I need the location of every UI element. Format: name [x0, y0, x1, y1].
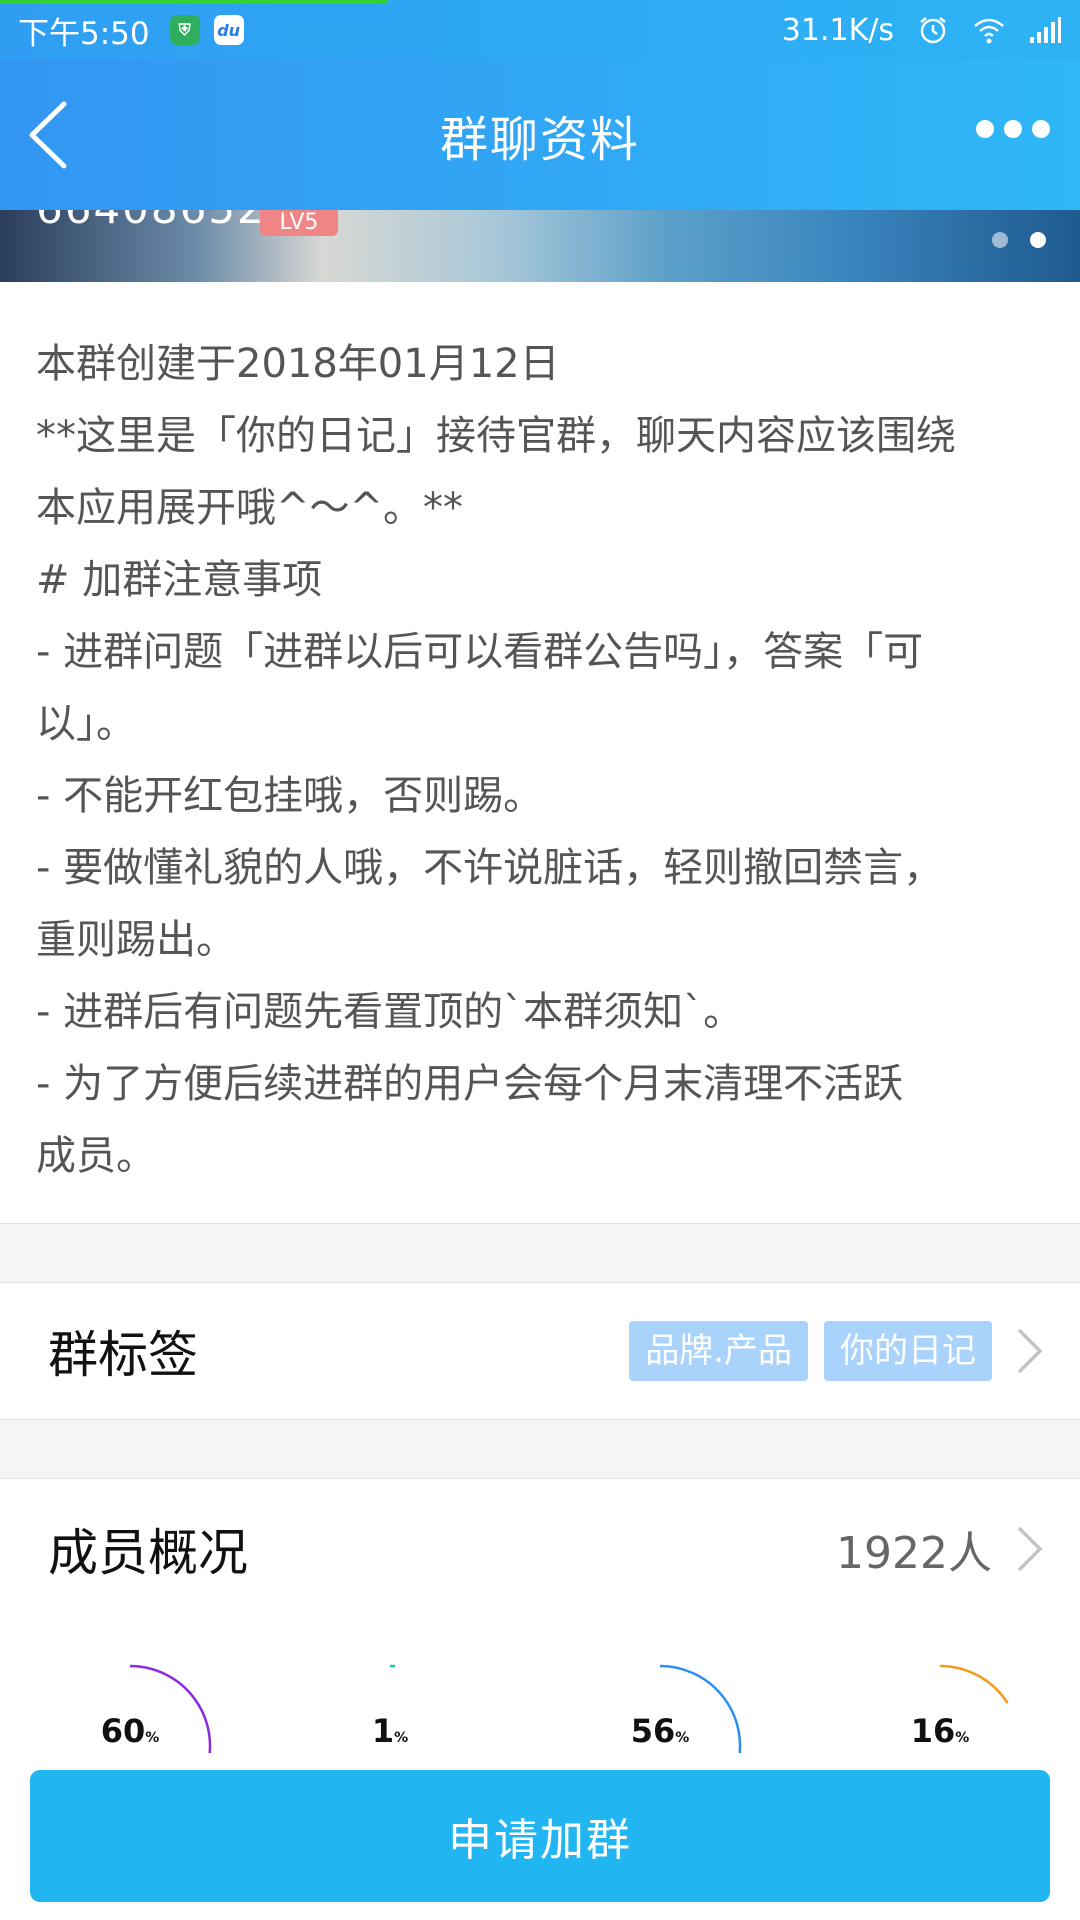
stat-unit: %: [145, 1730, 160, 1746]
stat-unit: %: [675, 1730, 690, 1746]
stat-percent: 1%: [320, 1712, 460, 1750]
banner-page-indicator: [992, 232, 1046, 248]
description-line: 成员。: [36, 1133, 156, 1179]
page-title: 群聊资料: [439, 112, 640, 168]
dot: [1032, 120, 1050, 138]
net-speed: 31.1K/s: [781, 12, 894, 48]
status-time: 下午5:50: [18, 15, 150, 52]
stat-unit: %: [955, 1730, 970, 1746]
description-line: - 进群问题「进群以后可以看群公告吗」，答案「可: [36, 629, 924, 675]
bottom-action-bar: 申请加群: [0, 1753, 1080, 1920]
page-dot: [992, 232, 1008, 248]
stat-ring: 1%: [320, 1618, 520, 1753]
stat-percent: 56%: [590, 1712, 730, 1750]
description-line: 本应用展开哦^～^。**: [36, 485, 464, 531]
group-description: 本群创建于2018年01月12日 **这里是「你的日记」接待官群，聊天内容应该围绕…: [0, 282, 1080, 1224]
member-count: 1922人: [836, 1527, 992, 1579]
wifi-icon: [974, 18, 1004, 44]
more-dots-icon[interactable]: [976, 120, 1050, 138]
dot: [1004, 120, 1022, 138]
description-line: 重则踢出。: [36, 917, 236, 963]
stat-value: 1: [371, 1712, 395, 1750]
group-id: 664086521: [36, 210, 295, 233]
group-tag: 你的日记: [824, 1321, 992, 1381]
group-tags-label: 群标签: [48, 1326, 198, 1384]
status-bar: 下午5:50 ⛨ du 31.1K/s: [0, 0, 1080, 60]
du-app-icon: du: [213, 15, 244, 45]
stat-ring: 56%: [590, 1618, 790, 1753]
description-line: - 不能开红包挂哦，否则踢。: [36, 773, 544, 819]
progress-line: [0, 0, 388, 4]
group-banner[interactable]: 664086521 LV5: [0, 210, 1080, 282]
group-tags-row[interactable]: 群标签 品牌.产品 你的日记: [0, 1282, 1080, 1420]
dot: [976, 120, 994, 138]
description-line: - 要做懂礼貌的人哦，不许说脏话，轻则撤回禁言，: [36, 845, 944, 891]
description-line: - 为了方便后续进群的用户会每个月末清理不活跃: [36, 1061, 904, 1107]
stat-ring: 60%: [60, 1618, 260, 1753]
apply-join-button[interactable]: 申请加群: [30, 1770, 1050, 1902]
top-nav-bar: 群聊资料: [0, 60, 1080, 210]
description-line: # 加群注意事项: [36, 557, 323, 603]
stat-arc: [939, 1664, 1009, 1704]
member-stats: 60% 1% 56% 16%: [0, 1618, 1080, 1753]
chevron-right-icon: [1018, 1329, 1043, 1373]
stat-value: 60: [100, 1712, 146, 1750]
page-dot-active: [1030, 232, 1046, 248]
stat-value: 56: [630, 1712, 676, 1750]
members-overview-label: 成员概况: [48, 1523, 248, 1582]
shield-app-icon: ⛨: [169, 15, 200, 45]
description-line: 以」。: [36, 701, 136, 747]
description-line: 本群创建于2018年01月12日: [36, 341, 560, 387]
stat-value: 16: [910, 1712, 956, 1750]
group-tag: 品牌.产品: [629, 1321, 808, 1381]
chevron-right-icon: [1018, 1526, 1043, 1571]
stat-unit: %: [394, 1730, 409, 1746]
alarm-icon: [920, 17, 946, 44]
members-overview-row[interactable]: 成员概况 1922人: [0, 1478, 1080, 1619]
stat-percent: 60%: [60, 1712, 200, 1750]
chevron-left-icon[interactable]: [24, 100, 74, 170]
description-line: - 进群后有问题先看置顶的`本群须知`。: [36, 989, 744, 1035]
description-line: **这里是「你的日记」接待官群，聊天内容应该围绕: [36, 413, 956, 459]
signal-icon: [1030, 17, 1061, 43]
stat-ring: 16%: [870, 1618, 1070, 1753]
stat-percent: 16%: [870, 1712, 1010, 1750]
level-badge: LV5: [260, 210, 338, 236]
